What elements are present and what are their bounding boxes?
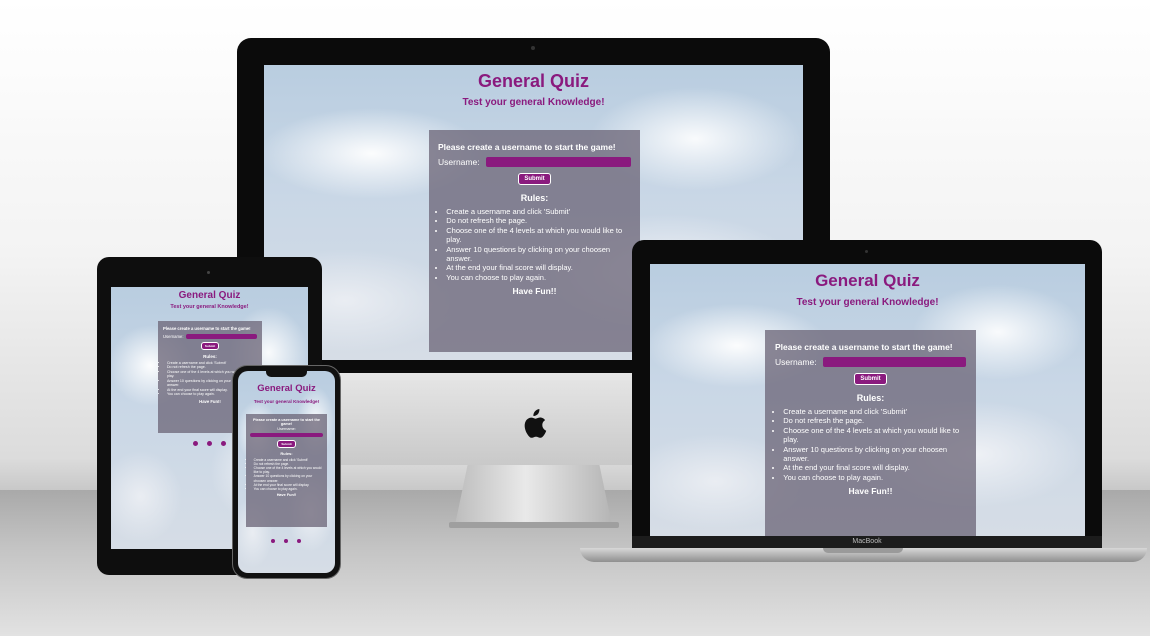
rule-item: You can choose to play again. (254, 487, 323, 491)
laptop-device: MacBook General Quiz Test your general K… (580, 240, 1147, 575)
closing-text: Have Fun!! (848, 486, 893, 496)
social-icon-2[interactable] (207, 441, 212, 446)
imac-camera (531, 46, 535, 50)
rule-item: Choose one of the 4 levels at which you … (783, 426, 966, 445)
laptop-screen: General Quiz Test your general Knowledge… (650, 264, 1085, 536)
page-subtitle: Test your general Knowledge! (796, 297, 939, 308)
start-panel: Please create a username to start the ga… (246, 414, 327, 527)
page-title: General Quiz (257, 383, 316, 394)
rules-heading: Rules: (280, 451, 293, 456)
username-label: Username: (438, 157, 480, 167)
phone-device: General Quiz Test your general Knowledge… (233, 366, 340, 578)
start-prompt: Please create a username to start the ga… (163, 326, 251, 331)
apple-icon (519, 408, 547, 440)
rule-item: Do not refresh the page. (446, 216, 631, 225)
page-title: General Quiz (815, 271, 920, 290)
laptop-brand: MacBook (852, 538, 882, 545)
social-icon-2[interactable] (284, 539, 288, 543)
rule-item: Create a username and click 'Submit' (783, 407, 966, 416)
username-input[interactable] (485, 157, 631, 167)
page-subtitle: Test your general Knowledge! (253, 399, 320, 404)
tablet-camera (207, 271, 210, 274)
page-title: General Quiz (178, 290, 241, 301)
submit-button[interactable]: Submit (518, 173, 551, 185)
rule-item: Answer 10 questions by clicking on your … (783, 445, 966, 464)
username-label: Username: (163, 334, 184, 339)
rule-item: Answer 10 questions by clicking on your … (254, 474, 323, 482)
social-icon-1[interactable] (193, 441, 198, 446)
page-subtitle: Test your general Knowledge! (170, 304, 249, 310)
phone-notch (266, 371, 307, 377)
start-prompt: Please create a username to start the ga… (252, 418, 321, 426)
username-input[interactable] (186, 334, 257, 339)
page-title: General Quiz (477, 71, 590, 91)
social-icon-3[interactable] (221, 441, 226, 446)
rule-item: Choose one of the 4 levels at which you … (254, 466, 323, 474)
rule-item: Create a username and click 'Submit' (446, 207, 631, 216)
username-label: Username: (775, 357, 817, 367)
rules-list: Create a username and click 'Submit' Do … (250, 458, 323, 491)
username-input[interactable] (250, 433, 323, 437)
rules-heading: Rules: (856, 393, 885, 403)
closing-text: Have Fun!! (276, 492, 297, 497)
rule-item: At the end your final score will display… (783, 463, 966, 472)
laptop-camera (865, 250, 868, 253)
username-label: Username: (277, 427, 296, 431)
start-prompt: Please create a username to start the ga… (775, 342, 953, 352)
rule-item: You can choose to play again. (783, 473, 966, 482)
rules-heading: Rules: (203, 354, 217, 359)
submit-button[interactable]: Submit (277, 440, 296, 448)
start-prompt: Please create a username to start the ga… (438, 142, 616, 152)
submit-button[interactable]: Submit (200, 342, 220, 350)
phone-screen: General Quiz Test your general Knowledge… (238, 371, 335, 573)
submit-button[interactable]: Submit (854, 373, 887, 385)
username-input[interactable] (822, 357, 966, 367)
rule-item: Do not refresh the page. (783, 416, 966, 425)
laptop-notch (823, 548, 903, 553)
start-panel: Please create a username to start the ga… (765, 330, 976, 536)
rules-heading: Rules: (520, 193, 549, 203)
laptop-bottom-bar: MacBook (632, 536, 1102, 548)
social-icon-1[interactable] (271, 539, 275, 543)
rules-list: Create a username and click 'Submit' Do … (775, 407, 966, 482)
page-subtitle: Test your general Knowledge! (462, 97, 605, 108)
social-icon-3[interactable] (297, 539, 301, 543)
